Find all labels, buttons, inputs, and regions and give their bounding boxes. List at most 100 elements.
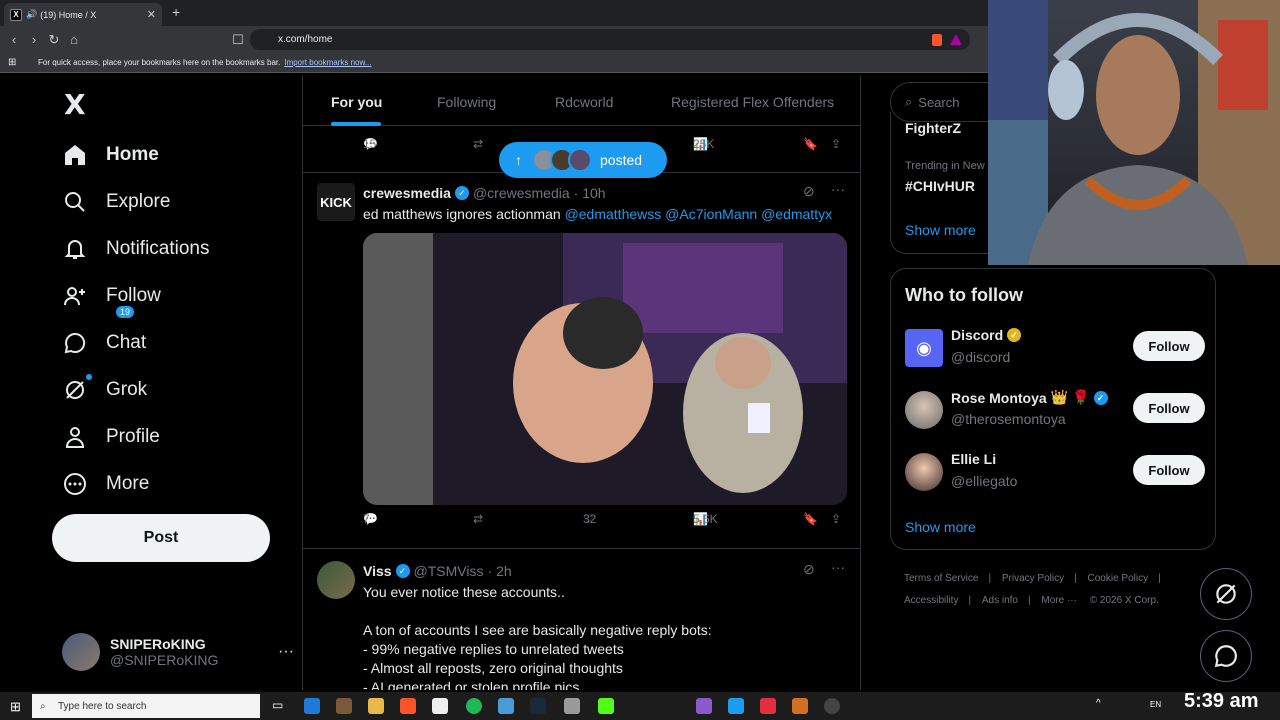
post-button[interactable]: Post bbox=[52, 514, 270, 562]
kick-icon[interactable] bbox=[598, 698, 614, 714]
nav-explore[interactable]: Explore bbox=[62, 182, 170, 222]
grok-tweet-icon[interactable]: ⊘ bbox=[803, 183, 815, 200]
footer-privacy[interactable]: Privacy Policy bbox=[1002, 573, 1064, 584]
nav-chat[interactable]: Chat bbox=[62, 323, 146, 363]
tab-rdcworld[interactable]: Rdcworld bbox=[555, 94, 613, 110]
app-icon[interactable] bbox=[728, 698, 744, 714]
steam-icon[interactable] bbox=[530, 698, 546, 714]
maps-icon[interactable] bbox=[760, 698, 776, 714]
new-posts-pill[interactable]: ↑ posted bbox=[499, 142, 667, 178]
grok-icon bbox=[62, 377, 88, 403]
nav-notifications-label: Notifications bbox=[106, 238, 210, 259]
nav-grok-label: Grok bbox=[106, 379, 148, 400]
close-tab-icon[interactable]: ✕ bbox=[147, 8, 156, 21]
tweet-time[interactable]: · 10h bbox=[574, 185, 606, 201]
brave-icon[interactable] bbox=[400, 698, 416, 714]
obs-icon[interactable] bbox=[792, 698, 808, 714]
footer-cookie[interactable]: Cookie Policy bbox=[1088, 573, 1149, 584]
footer-terms[interactable]: Terms of Service bbox=[904, 573, 978, 584]
nav-home[interactable]: Home bbox=[62, 135, 159, 175]
browser-tab-bar: X 🔊 (19) Home / X ✕ + bbox=[0, 0, 988, 26]
suggestion-name: Ellie Li bbox=[951, 451, 996, 467]
suggestion-row[interactable]: ◉ Discord ✓ @discord Follow bbox=[905, 327, 1205, 371]
tweet-header: crewesmedia ✓ @crewesmedia · 10h bbox=[363, 185, 606, 201]
trends-show-more[interactable]: Show more bbox=[905, 222, 976, 238]
tweet-text: You ever notice these accounts.. A ton o… bbox=[363, 584, 712, 690]
tweet-author-name[interactable]: crewesmedia bbox=[363, 185, 451, 201]
account-switcher[interactable]: SNIPERoKING @SNIPERoKING ··· bbox=[62, 632, 294, 672]
language-indicator[interactable]: EN bbox=[1150, 700, 1161, 709]
nav-profile-label: Profile bbox=[106, 426, 160, 447]
tweet-time[interactable]: · 2h bbox=[488, 563, 512, 579]
nav-follow-label: Follow bbox=[106, 285, 161, 306]
chat-fab-button[interactable] bbox=[1200, 630, 1252, 682]
nav-grok[interactable]: Grok bbox=[62, 370, 147, 410]
follow-button[interactable]: Follow bbox=[1133, 331, 1205, 361]
follow-button[interactable]: Follow bbox=[1133, 393, 1205, 423]
footer-more[interactable]: More ··· bbox=[1041, 595, 1077, 606]
tweet-mentions[interactable]: @edmatthewss @Ac7ionMann @edmattyx bbox=[565, 206, 833, 222]
reload-icon[interactable]: ↻ bbox=[44, 32, 64, 48]
apps-icon[interactable]: ⊞ bbox=[8, 57, 16, 68]
nav-more[interactable]: More bbox=[62, 464, 149, 504]
app-icon[interactable] bbox=[824, 698, 840, 714]
camera-icon[interactable] bbox=[564, 698, 580, 714]
app-icon[interactable] bbox=[498, 698, 514, 714]
tab-for-you[interactable]: For you bbox=[331, 94, 382, 110]
footer-accessibility[interactable]: Accessibility bbox=[904, 595, 958, 606]
follow-button[interactable]: Follow bbox=[1133, 455, 1205, 485]
app-icon[interactable] bbox=[336, 698, 352, 714]
x-logo-icon[interactable]: X bbox=[64, 88, 86, 121]
taskbar-clock[interactable]: 5:39 am bbox=[1184, 690, 1259, 713]
search-icon: ⌕ bbox=[905, 94, 913, 109]
tweet-author-handle[interactable]: @crewesmedia bbox=[473, 185, 570, 201]
tweet-more-icon[interactable]: ··· bbox=[831, 559, 845, 575]
task-view-icon[interactable]: ▭ bbox=[272, 698, 283, 712]
bookmark-icon: 🔖 bbox=[803, 512, 818, 526]
file-explorer-icon[interactable] bbox=[368, 698, 384, 714]
avatar[interactable]: KICK bbox=[317, 183, 355, 221]
bookmark-star-icon[interactable]: ☐ bbox=[228, 32, 248, 48]
tweet-author-handle[interactable]: @TSMViss bbox=[414, 563, 484, 579]
spotify-icon[interactable] bbox=[466, 698, 482, 714]
store-icon[interactable] bbox=[432, 698, 448, 714]
nav-profile[interactable]: Profile bbox=[62, 417, 160, 457]
browser-tab[interactable]: X 🔊 (19) Home / X ✕ bbox=[4, 3, 162, 26]
forward-icon[interactable]: › bbox=[24, 32, 44, 47]
suggestion-row[interactable]: Rose Montoya 👑 🌹 ✓ @therosemontoya Follow bbox=[905, 389, 1205, 433]
edge-icon[interactable] bbox=[304, 698, 320, 714]
grok-tweet-icon[interactable]: ⊘ bbox=[803, 561, 815, 578]
nav-follow[interactable]: Follow bbox=[62, 276, 161, 316]
tweet-more-icon[interactable]: ··· bbox=[831, 181, 845, 197]
avatar[interactable] bbox=[317, 561, 355, 599]
tweet[interactable]: KICK crewesmedia ✓ @crewesmedia · 10h ⊘ … bbox=[303, 172, 860, 548]
address-bar[interactable]: x.com/home bbox=[250, 29, 970, 50]
webcam-overlay bbox=[988, 0, 1280, 265]
tab-following[interactable]: Following bbox=[437, 94, 496, 110]
grok-icon bbox=[1216, 584, 1236, 604]
tab-registered-flex-offenders[interactable]: Registered Flex Offenders bbox=[671, 94, 834, 110]
avatar bbox=[62, 633, 100, 671]
wtf-show-more[interactable]: Show more bbox=[905, 519, 976, 535]
tweet-video[interactable] bbox=[363, 233, 847, 505]
nav-notifications[interactable]: Notifications bbox=[62, 229, 210, 269]
taskbar-search-input[interactable]: ⌕ Type here to search bbox=[32, 694, 260, 718]
tray-chevron-icon[interactable]: ^ bbox=[1096, 698, 1101, 709]
windows-start-icon[interactable]: ⊞ bbox=[10, 699, 21, 715]
back-icon[interactable]: ‹ bbox=[4, 32, 24, 47]
app-icon[interactable] bbox=[696, 698, 712, 714]
address-text: x.com/home bbox=[278, 34, 333, 45]
new-tab-button[interactable]: + bbox=[172, 4, 180, 20]
import-bookmarks-link[interactable]: Import bookmarks now... bbox=[284, 58, 371, 67]
brave-rewards-icon[interactable] bbox=[950, 34, 962, 45]
suggestion-row[interactable]: Ellie Li @elliegato Follow bbox=[905, 451, 1205, 495]
grok-fab-button[interactable] bbox=[1200, 568, 1252, 620]
footer-ads[interactable]: Ads info bbox=[982, 595, 1018, 606]
trend-partial[interactable]: FighterZ bbox=[905, 120, 961, 136]
brave-shield-icon[interactable] bbox=[932, 33, 942, 46]
home-browser-icon[interactable]: ⌂ bbox=[64, 32, 84, 47]
trend-hashtag[interactable]: #CHIvHUR bbox=[905, 178, 975, 194]
suggestion-name-text: Ellie Li bbox=[951, 451, 997, 467]
tweet[interactable]: Viss ✓ @TSMViss · 2h ⊘ ··· You ever noti… bbox=[303, 548, 860, 690]
tweet-author-name[interactable]: Viss bbox=[363, 563, 392, 579]
